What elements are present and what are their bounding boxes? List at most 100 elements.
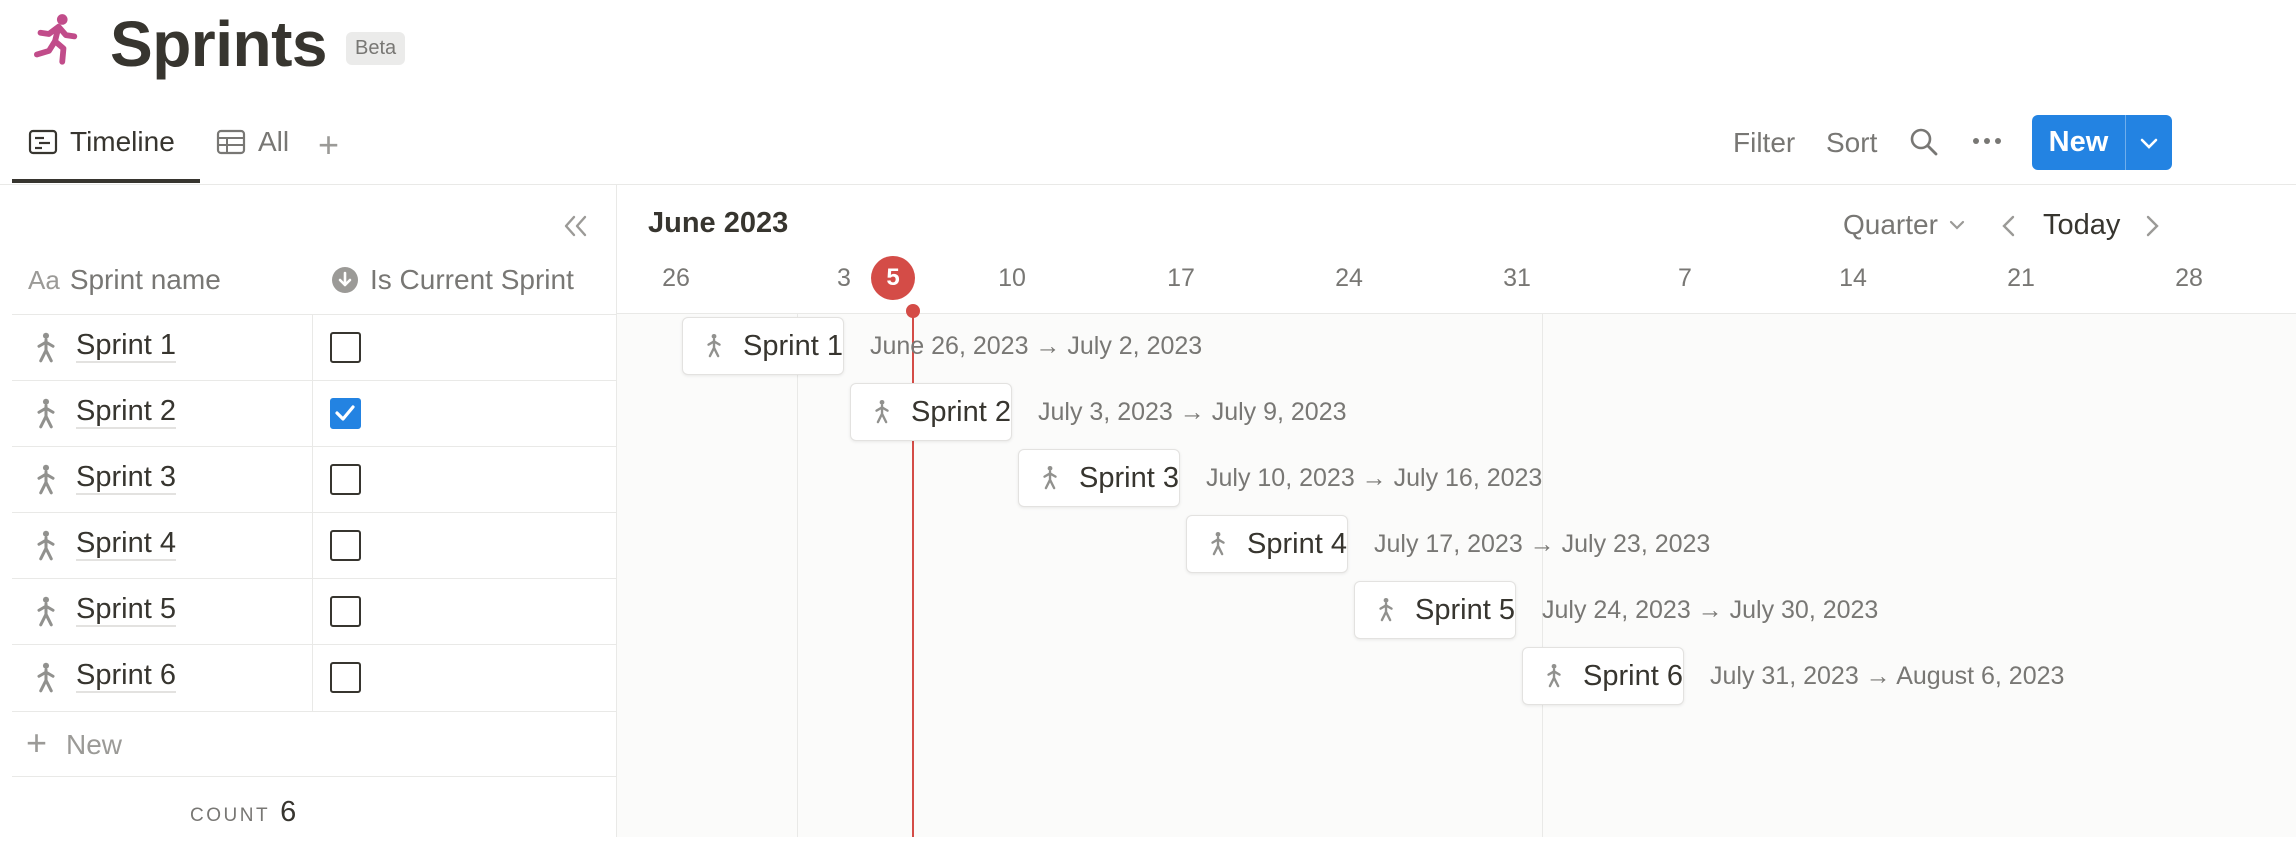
runner-icon bbox=[37, 398, 55, 429]
column-header-is-current-sprint[interactable]: Is Current Sprint bbox=[330, 264, 574, 296]
today-button[interactable]: Today bbox=[2043, 209, 2120, 242]
timeline-bar-dates: July 3, 2023 → July 9, 2023 bbox=[1038, 398, 1347, 426]
timeline-bar[interactable]: Sprint 1 bbox=[682, 317, 844, 375]
sprint-name-cell[interactable]: Sprint 1 bbox=[76, 329, 176, 363]
beta-badge: Beta bbox=[346, 32, 406, 65]
is-current-checkbox[interactable] bbox=[330, 596, 361, 627]
cell-divider bbox=[312, 645, 313, 711]
table-row[interactable]: Sprint 6 bbox=[12, 644, 616, 711]
scale-label: Quarter bbox=[1843, 209, 1938, 240]
new-button[interactable]: New bbox=[2032, 115, 2126, 170]
sprint-name-cell[interactable]: Sprint 5 bbox=[76, 593, 176, 627]
page-title: Sprints bbox=[110, 8, 327, 80]
timeline-bar-title: Sprint 6 bbox=[1583, 659, 1683, 692]
add-view-button[interactable]: + bbox=[318, 124, 339, 166]
cell-divider bbox=[312, 447, 313, 513]
timeline-bar-dates: July 10, 2023 → July 16, 2023 bbox=[1206, 464, 1543, 492]
is-current-checkbox[interactable] bbox=[330, 332, 361, 363]
timeline-icon bbox=[28, 129, 58, 155]
table-row[interactable]: Sprint 1 bbox=[12, 314, 616, 381]
is-current-checkbox[interactable] bbox=[330, 398, 361, 429]
month-gridline bbox=[1542, 314, 1543, 837]
timeline-bar[interactable]: Sprint 5 bbox=[1354, 581, 1516, 639]
sprint-name-cell[interactable]: Sprint 3 bbox=[76, 461, 176, 495]
timeline-bar[interactable]: Sprint 3 bbox=[1018, 449, 1180, 507]
is-current-checkbox[interactable] bbox=[330, 530, 361, 561]
date-tick: 24 bbox=[1335, 264, 1363, 292]
today-marker-knob bbox=[906, 304, 920, 318]
cell-divider bbox=[312, 381, 313, 447]
runner-icon[interactable] bbox=[26, 10, 84, 70]
tab-all[interactable]: All bbox=[216, 126, 289, 158]
runner-icon bbox=[37, 332, 55, 363]
add-row-button[interactable]: + New bbox=[12, 711, 616, 777]
date-tick: 10 bbox=[998, 264, 1026, 292]
timeline-bar-dates: July 17, 2023 → July 23, 2023 bbox=[1374, 530, 1711, 558]
formula-icon bbox=[332, 267, 358, 293]
sprint-name-cell[interactable]: Sprint 6 bbox=[76, 659, 176, 693]
scale-select[interactable]: Quarter bbox=[1843, 209, 1966, 241]
sort-button[interactable]: Sort bbox=[1826, 127, 1877, 159]
column-label: Is Current Sprint bbox=[370, 264, 574, 295]
date-tick: 31 bbox=[1503, 264, 1531, 292]
new-dropdown-button[interactable] bbox=[2126, 115, 2172, 170]
cell-divider bbox=[312, 579, 313, 645]
text-property-icon: Aa bbox=[28, 264, 60, 295]
runner-icon bbox=[37, 596, 55, 627]
collapse-panel-icon[interactable] bbox=[560, 212, 592, 240]
timeline-bar-title: Sprint 3 bbox=[1079, 461, 1179, 494]
chevron-down-icon bbox=[1949, 220, 1965, 230]
tab-all-label: All bbox=[258, 126, 290, 157]
timeline-bar[interactable]: Sprint 6 bbox=[1522, 647, 1684, 705]
column-label: Sprint name bbox=[69, 264, 221, 295]
sprint-name-cell[interactable]: Sprint 2 bbox=[76, 395, 176, 429]
timeline-bar-dates: July 24, 2023 → July 30, 2023 bbox=[1542, 596, 1879, 624]
timeline-bar-title: Sprint 1 bbox=[743, 329, 843, 362]
runner-icon bbox=[707, 333, 721, 358]
timeline-bar[interactable]: Sprint 2 bbox=[850, 383, 1012, 441]
table-row[interactable]: Sprint 3 bbox=[12, 446, 616, 513]
runner-icon bbox=[1547, 663, 1561, 688]
sprint-name-cell[interactable]: Sprint 4 bbox=[76, 527, 176, 561]
tab-timeline-label: Timeline bbox=[70, 126, 175, 157]
chevron-right-icon[interactable] bbox=[2140, 212, 2164, 240]
today-date-badge: 5 bbox=[871, 256, 915, 300]
search-icon[interactable] bbox=[1908, 126, 1940, 158]
timeline-bar-title: Sprint 4 bbox=[1247, 527, 1347, 560]
active-tab-indicator bbox=[12, 179, 200, 183]
tab-timeline[interactable]: Timeline bbox=[28, 126, 175, 158]
table-icon bbox=[216, 129, 246, 155]
chevron-left-icon[interactable] bbox=[1997, 212, 2021, 240]
runner-icon bbox=[1043, 465, 1057, 490]
date-tick: 21 bbox=[2007, 264, 2035, 292]
date-tick: 26 bbox=[662, 264, 690, 292]
column-header-sprint-name[interactable]: Aa Sprint name bbox=[28, 264, 221, 296]
timeline-bar-title: Sprint 5 bbox=[1415, 593, 1515, 626]
runner-icon bbox=[37, 530, 55, 561]
timeline-month: June 2023 bbox=[648, 207, 789, 239]
runner-icon bbox=[1211, 531, 1225, 556]
week-gridline bbox=[797, 314, 798, 837]
more-options-icon[interactable] bbox=[1970, 124, 2004, 158]
table-row[interactable]: Sprint 5 bbox=[12, 578, 616, 645]
is-current-checkbox[interactable] bbox=[330, 464, 361, 495]
runner-icon bbox=[37, 464, 55, 495]
timeline-bar-dates: July 31, 2023 → August 6, 2023 bbox=[1710, 662, 2065, 690]
timeline-bar[interactable]: Sprint 4 bbox=[1186, 515, 1348, 573]
is-current-checkbox[interactable] bbox=[330, 662, 361, 693]
row-count[interactable]: COUNT 6 bbox=[190, 796, 296, 829]
count-label: COUNT bbox=[190, 805, 271, 826]
table-row[interactable]: Sprint 4 bbox=[12, 512, 616, 579]
new-button-group: New bbox=[2032, 115, 2172, 170]
toolbar-divider bbox=[0, 184, 2296, 185]
timeline-bar-title: Sprint 2 bbox=[911, 395, 1011, 428]
filter-button[interactable]: Filter bbox=[1733, 127, 1795, 159]
plus-icon: + bbox=[26, 722, 48, 763]
runner-icon bbox=[1379, 597, 1393, 622]
date-tick: 7 bbox=[1678, 264, 1692, 292]
new-row-label: New bbox=[66, 729, 123, 760]
cell-divider bbox=[312, 513, 313, 579]
date-tick: 28 bbox=[2175, 264, 2203, 292]
table-row[interactable]: Sprint 2 bbox=[12, 380, 616, 447]
runner-icon bbox=[875, 399, 889, 424]
